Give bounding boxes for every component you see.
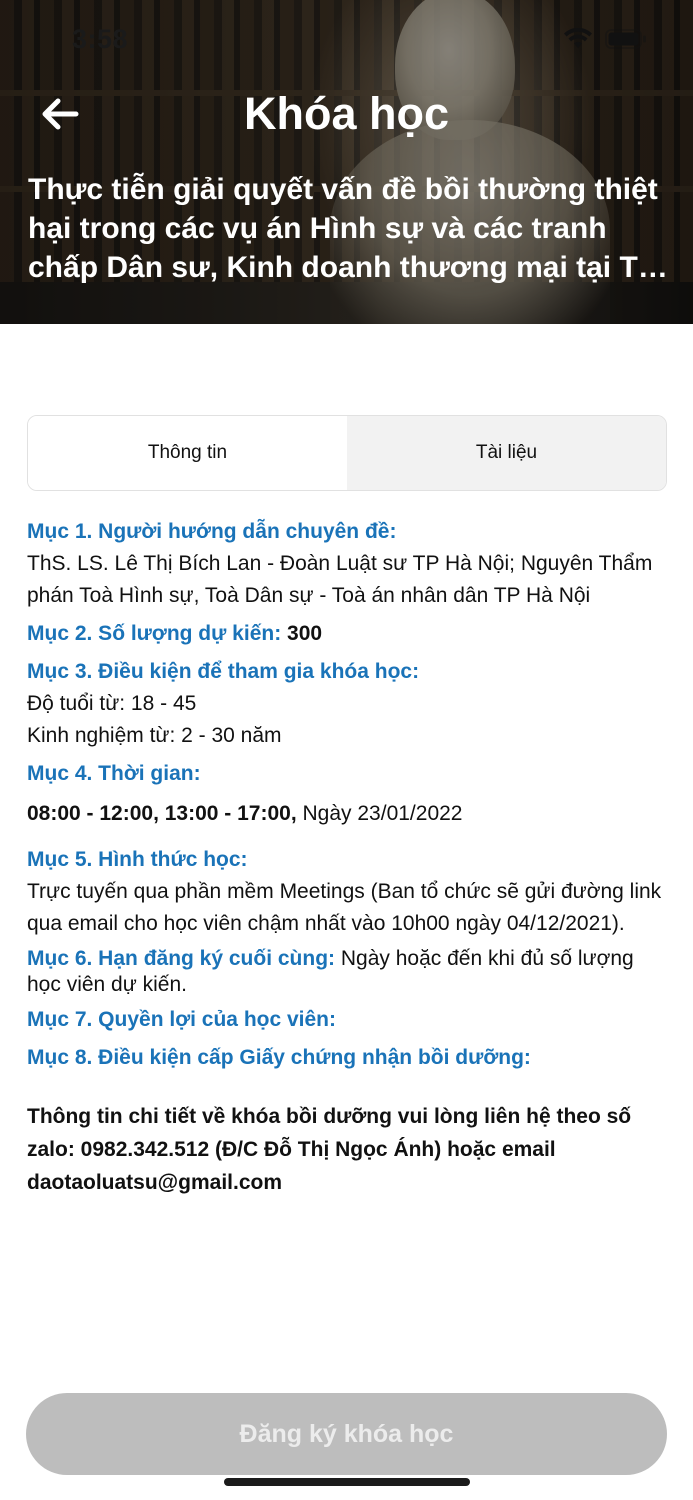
status-time: 3:58 [72,24,129,54]
course-header: 3:58 Khóa học Thực tiễn giải quyết vấn đ… [0,0,693,324]
section-heading: Mục 8. Điều kiện cấp Giấy chứng nhận bồi… [27,1046,531,1069]
section-certificate: Mục 8. Điều kiện cấp Giấy chứng nhận bồi… [27,1042,667,1074]
instructor-text: ThS. LS. Lê Thị Bích Lan - Đoàn Luật sư … [27,552,653,607]
experience-requirement: Kinh nghiệm từ: 2 - 30 năm [27,724,282,747]
section-heading: Mục 6. Hạn đăng ký cuối cùng: [27,947,336,970]
format-text: Trực tuyến qua phần mềm Meetings (Ban tổ… [27,880,662,935]
section-benefits: Mục 7. Quyền lợi của học viên: [27,1004,667,1036]
course-info-content: Mục 1. Người hướng dẫn chuyên đề: ThS. L… [27,516,667,1199]
register-course-button[interactable]: Đăng ký khóa học [26,1393,667,1475]
section-instructor: Mục 1. Người hướng dẫn chuyên đề: ThS. L… [27,516,667,612]
age-requirement: Độ tuổi từ: 18 - 45 [27,692,197,715]
contact-info: Thông tin chi tiết về khóa bồi dưỡng vui… [27,1105,632,1194]
tab-bar: Thông tin Tài liệu [27,415,667,491]
section-heading: Mục 5. Hình thức học: [27,848,248,871]
section-deadline: Mục 6. Hạn đăng ký cuối cùng: Ngày hoặc … [27,946,667,998]
wifi-icon [563,28,593,50]
page-title: Khóa học [243,88,449,139]
battery-icon [605,28,647,50]
home-indicator [224,1478,470,1486]
section-capacity: Mục 2. Số lượng dự kiến: 300 [27,618,667,650]
capacity-value: 300 [287,622,323,645]
section-heading: Mục 7. Quyền lợi của học viên: [27,1008,337,1031]
section-heading: Mục 2. Số lượng dự kiến: [27,622,282,645]
time-hours: 08:00 - 12:00, 13:00 - 17:00, [27,802,297,825]
section-heading: Mục 1. Người hướng dẫn chuyên đề: [27,520,397,543]
section-heading: Mục 4. Thời gian: [27,762,201,785]
section-heading: Mục 3. Điều kiện để tham gia khóa học: [27,660,420,683]
status-icons [563,28,647,50]
section-requirements: Mục 3. Điều kiện để tham gia khóa học: Đ… [27,656,667,752]
section-format: Mục 5. Hình thức học: Trực tuyến qua phầ… [27,844,667,940]
tab-documents[interactable]: Tài liệu [347,416,666,490]
section-time: Mục 4. Thời gian: 08:00 - 12:00, 13:00 -… [27,758,667,830]
course-title: Thực tiễn giải quyết vấn đề bồi thường t… [28,173,673,284]
tab-info[interactable]: Thông tin [28,416,347,490]
time-date: Ngày 23/01/2022 [302,802,463,825]
